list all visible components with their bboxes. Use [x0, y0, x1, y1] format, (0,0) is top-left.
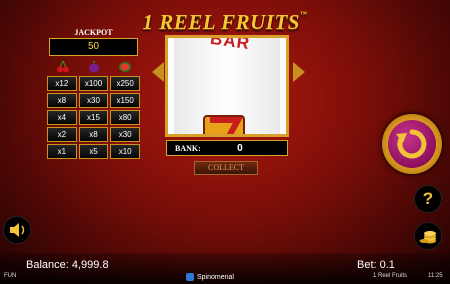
paytable-cell: x15 — [78, 110, 109, 125]
watermelon-icon — [118, 62, 131, 72]
coins-icon — [419, 231, 436, 244]
paytable-cell: x8 — [78, 127, 109, 142]
cherry-icon — [56, 60, 69, 73]
reel-window: BAR — [165, 35, 289, 137]
paytable-cell: x5 — [78, 144, 109, 159]
paytable-cell: x250 — [110, 76, 140, 91]
paytable-cell: x100 — [78, 76, 109, 91]
paytable-cell: x8 — [47, 93, 77, 108]
paytable-cell: x30 — [110, 127, 140, 142]
clock-label: 11:25 — [428, 273, 443, 279]
sound-button[interactable] — [3, 216, 31, 244]
paytable-grid: x12 x100 x250 x8 x30 x150 x4 x15 x80 x2 … — [47, 76, 140, 159]
speaker-icon — [10, 223, 25, 237]
bank-label: BANK: — [175, 143, 201, 153]
paytable-cell: x30 — [78, 93, 109, 108]
paytable-cell: x4 — [47, 110, 77, 125]
jackpot-label: JACKPOT — [74, 28, 113, 37]
spin-arrow-icon — [396, 129, 427, 159]
spin-button-face — [388, 120, 436, 168]
collect-button[interactable]: COLLECT — [194, 161, 258, 175]
paytable: JACKPOT 50 x12 x100 x250 x8 x30 x150 x4 … — [47, 28, 140, 159]
bet-text: Bet: 0.1 — [357, 259, 395, 271]
spin-button[interactable] — [382, 114, 442, 174]
balance-text: Balance: 4,999.8 — [26, 259, 109, 271]
bank-value: 0 — [237, 142, 243, 154]
reel-strip: BAR — [174, 38, 280, 134]
provider-name: Spinomenal — [197, 273, 234, 281]
help-button[interactable]: ? — [414, 185, 442, 213]
bar-symbol-label: BAR — [209, 35, 252, 54]
mode-label: FUN — [4, 273, 17, 279]
paytable-cell: x10 — [110, 144, 140, 159]
reel-wing-left — [152, 62, 164, 82]
paytable-cell: x1 — [47, 144, 77, 159]
paytable-fruit-row — [47, 58, 140, 75]
paytable-cell: x150 — [110, 93, 140, 108]
provider-logo: Spinomenal — [186, 273, 234, 281]
bar-symbol: BAR — [195, 35, 273, 59]
reel-wing-right — [293, 62, 305, 82]
seven-symbol — [203, 115, 245, 134]
paytable-cell: x12 — [47, 76, 77, 91]
jackpot-value: 50 — [49, 38, 138, 56]
bank-display: BANK: 0 — [166, 140, 288, 156]
game-name-label: 1 Reel Fruits — [373, 273, 408, 279]
paytable-cell: x80 — [110, 110, 140, 125]
paytable-cell: x2 — [47, 127, 77, 142]
bet-coins-button[interactable] — [414, 222, 442, 250]
plum-icon — [88, 61, 99, 73]
provider-icon — [186, 273, 194, 281]
